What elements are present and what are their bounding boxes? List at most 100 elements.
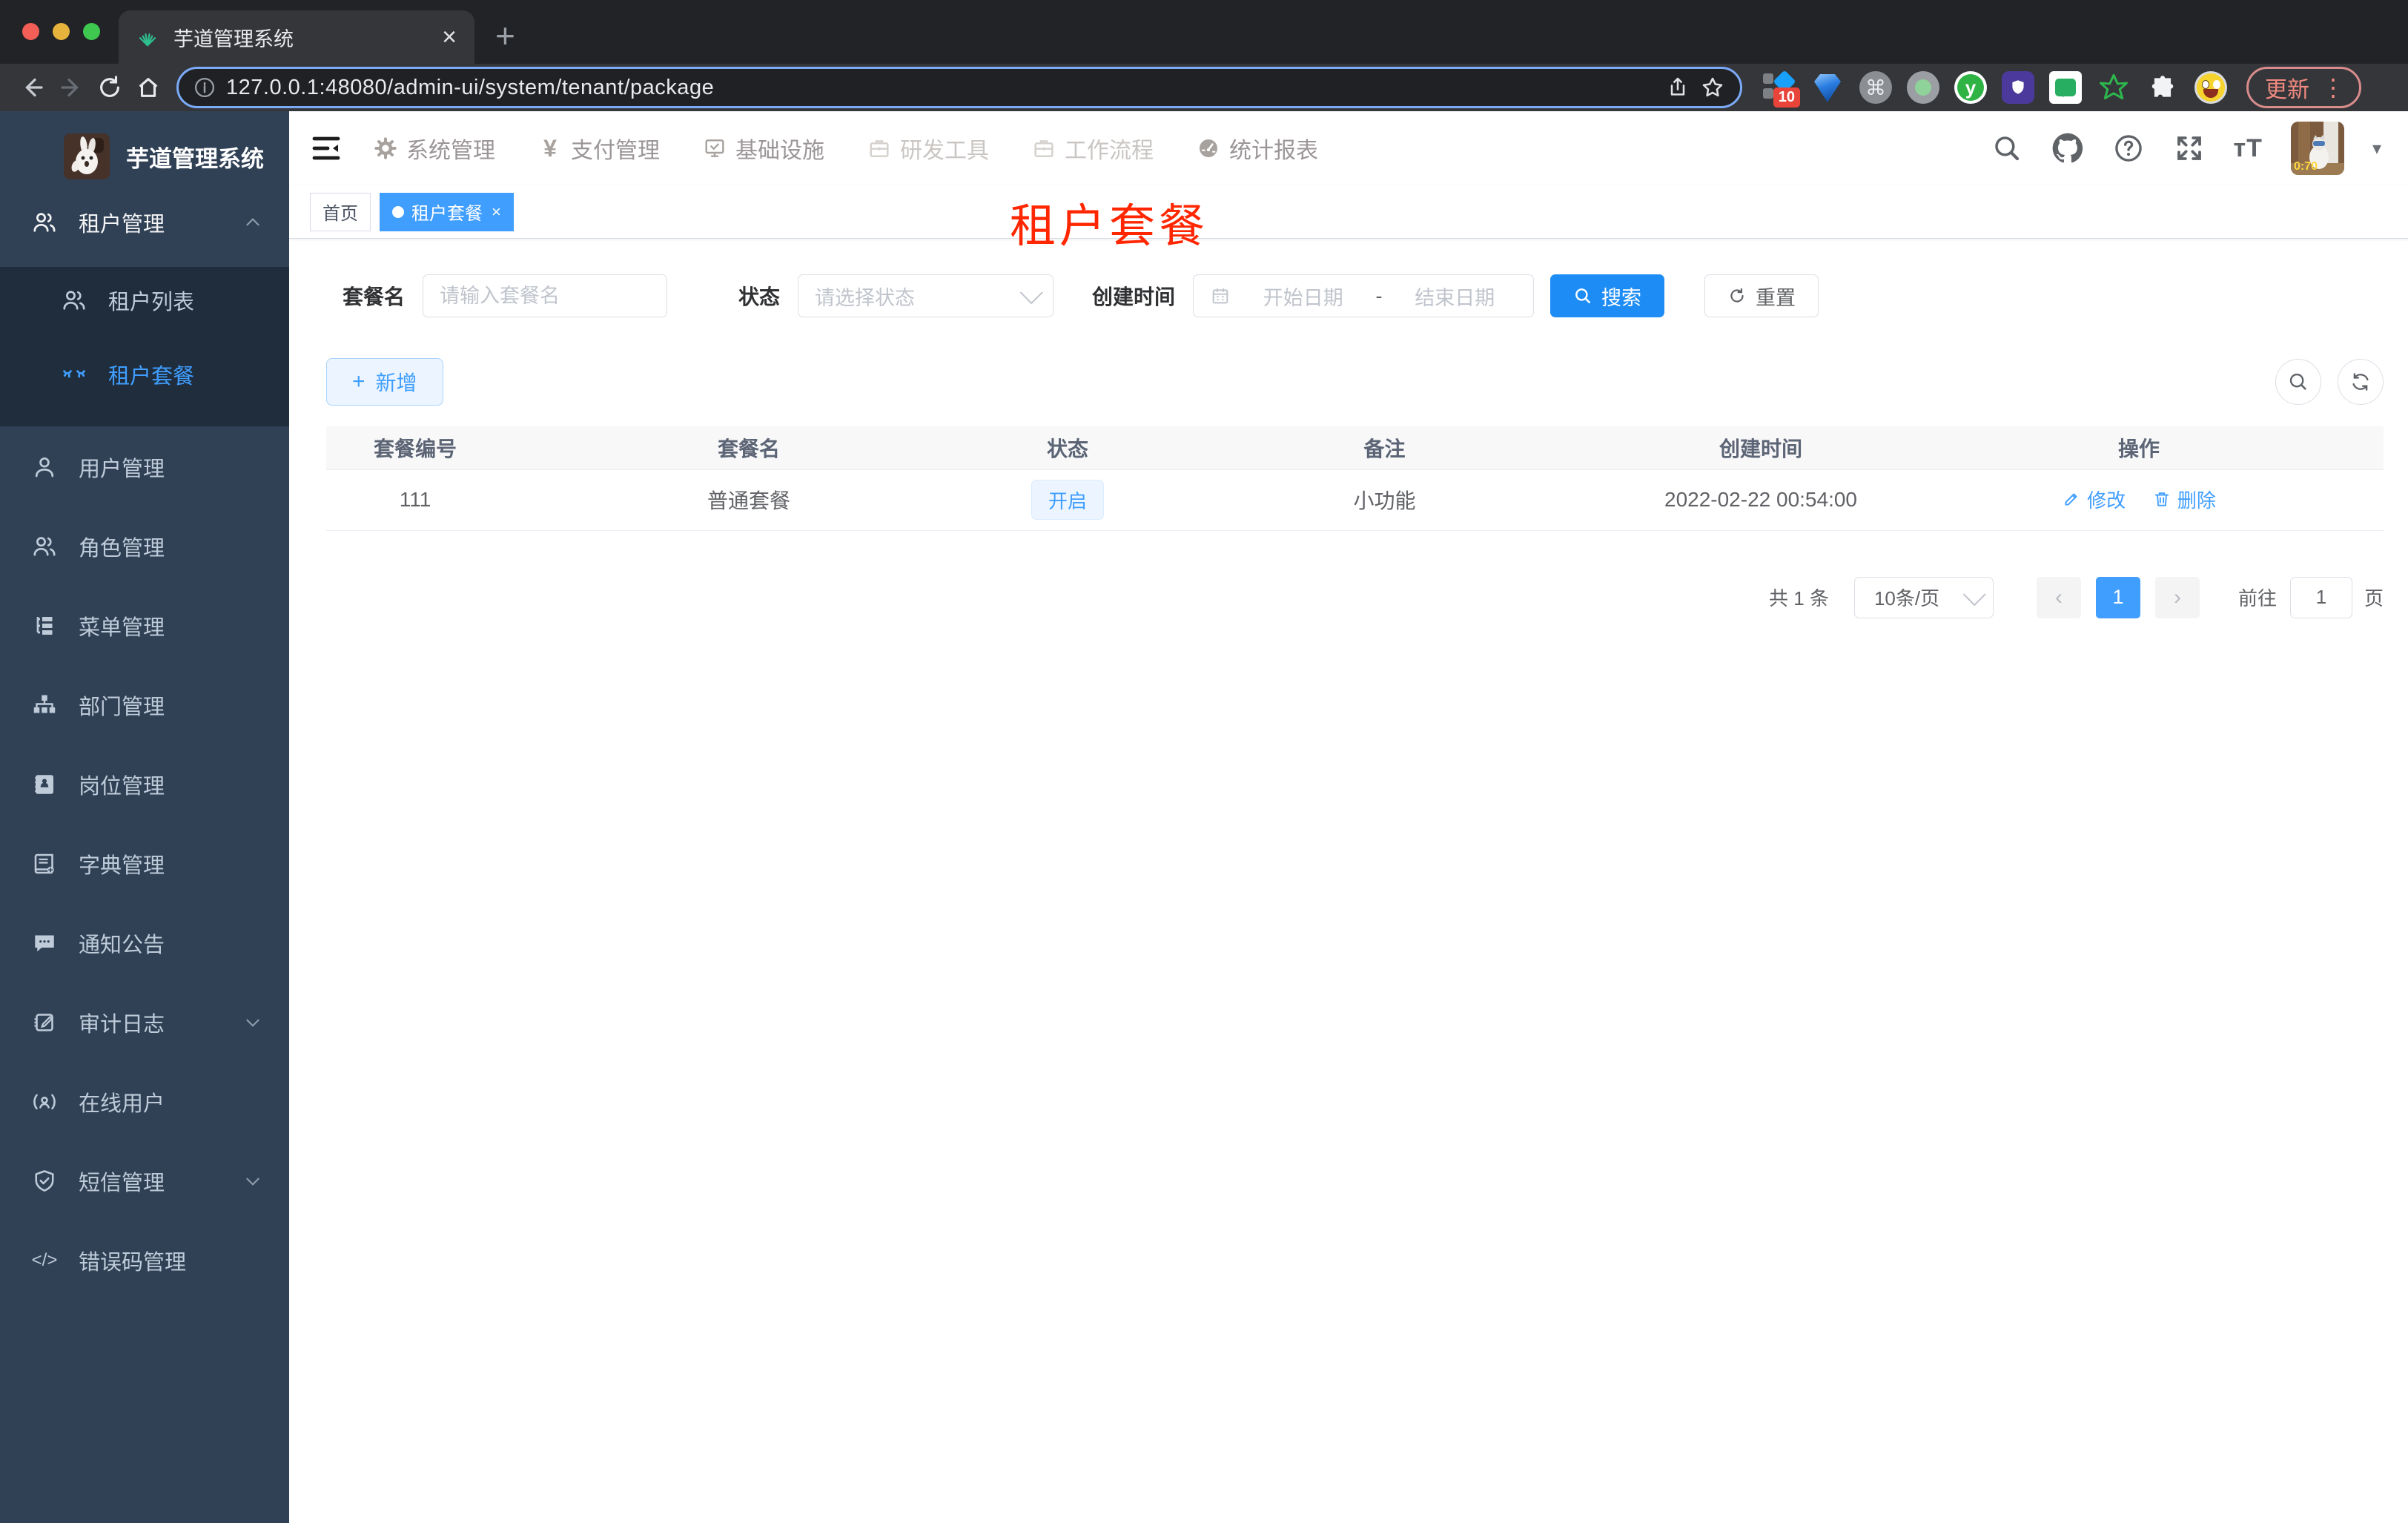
next-page-button[interactable]: › (2154, 576, 2200, 618)
user-avatar[interactable]: 0:70 (2290, 122, 2344, 175)
tag-tenant-package[interactable]: 租户套餐 × (380, 192, 514, 231)
start-date-placeholder[interactable]: 开始日期 (1241, 282, 1366, 311)
col-status: 状态 (993, 426, 1142, 469)
sidebar-item-tenant-list[interactable]: 租户列表 (0, 278, 289, 323)
extension-kanban-icon[interactable]: 10 (1762, 70, 1800, 108)
users-icon (33, 213, 56, 232)
status-badge[interactable]: 开启 (1031, 480, 1104, 520)
add-button[interactable]: + 新增 (326, 358, 443, 406)
sidebar-item-error-code-management[interactable]: </> 错误码管理 (0, 1238, 289, 1283)
sidebar-menu: 租户管理 租户列表 租户套餐 用户管理 角色管理 菜单管理 部门管理 岗位管理 … (0, 200, 289, 1283)
goto-page-input[interactable] (2289, 576, 2352, 618)
prev-page-button[interactable]: ‹ (2036, 576, 2081, 618)
date-range-picker[interactable]: 开始日期 - 结束日期 (1193, 274, 1535, 317)
status-select[interactable]: 请选择状态 (798, 274, 1054, 317)
address-bar[interactable]: 127.0.0.1:48080/admin-ui/system/tenant/p… (176, 67, 1742, 108)
extension-star-icon[interactable] (2097, 70, 2131, 105)
share-icon[interactable] (1666, 76, 1690, 99)
extension-gem-icon[interactable] (1810, 70, 1845, 105)
extension-emoji-icon[interactable] (2194, 71, 2227, 104)
nav-infrastructure[interactable]: 基础设施 (703, 132, 824, 165)
fullscreen-icon[interactable] (2173, 132, 2206, 165)
site-info-icon[interactable] (194, 76, 216, 99)
code-icon: </> (31, 1250, 58, 1270)
sidebar-item-online-users[interactable]: 在线用户 (0, 1080, 289, 1124)
extension-chat-icon[interactable] (2049, 71, 2082, 104)
browser-tab[interactable]: 芋道管理系统 × (119, 10, 474, 64)
hide-search-button[interactable] (2275, 359, 2321, 405)
close-window-button[interactable] (22, 23, 39, 40)
search-button[interactable]: 搜索 (1550, 274, 1665, 317)
page-content: 套餐名 状态 请选择状态 创建时间 开始日期 - 结束日期 (289, 239, 2408, 1523)
tree-menu-icon (36, 617, 53, 635)
browser-tab-strip: 芋道管理系统 × + (0, 0, 2408, 64)
minimize-window-button[interactable] (53, 23, 70, 40)
extension-shield-icon[interactable] (2002, 71, 2034, 104)
avatar-timer-text: 0:70 (2293, 160, 2318, 173)
sidebar-item-dict-management[interactable]: 字典管理 (0, 842, 289, 886)
back-button[interactable] (13, 68, 52, 107)
sidebar-item-tenant-management[interactable]: 租户管理 (0, 200, 289, 245)
url-text[interactable]: 127.0.0.1:48080/admin-ui/system/tenant/p… (226, 76, 1656, 100)
tag-home[interactable]: 首页 (310, 192, 371, 231)
avatar-caret-icon[interactable]: ▾ (2372, 138, 2381, 159)
browser-update-button[interactable]: 更新 ⋮ (2246, 67, 2361, 108)
tag-close-icon[interactable]: × (492, 202, 501, 222)
col-create-time: 创建时间 (1627, 426, 1894, 469)
nav-dev-tools[interactable]: 研发工具 (867, 132, 989, 165)
active-dot (392, 205, 404, 218)
tab-close-icon[interactable]: × (442, 24, 457, 50)
bookmark-star-icon[interactable] (1700, 75, 1725, 100)
help-icon[interactable] (2112, 132, 2145, 165)
font-size-icon[interactable]: тT (2234, 134, 2263, 163)
reload-button[interactable] (90, 68, 129, 107)
sidebar-logo[interactable]: 芋道管理系统 (0, 111, 289, 179)
delete-link[interactable]: 删除 (2152, 486, 2216, 513)
col-package-name: 套餐名 (504, 426, 993, 469)
sidebar-item-department-management[interactable]: 部门管理 (0, 683, 289, 727)
nav-workflow[interactable]: 工作流程 (1032, 132, 1154, 165)
sidebar-item-role-management[interactable]: 角色管理 (0, 524, 289, 569)
nav-system-management[interactable]: 系统管理 (374, 132, 495, 165)
table-header-row: 套餐编号 套餐名 状态 备注 创建时间 操作 (326, 426, 2384, 469)
extension-y-icon[interactable]: y (1954, 71, 1987, 104)
home-button[interactable] (129, 68, 168, 107)
sidebar-item-label: 审计日志 (79, 1013, 165, 1037)
reset-button[interactable]: 重置 (1704, 274, 1819, 317)
current-page-button[interactable]: 1 (2095, 576, 2140, 618)
extensions-row: 10 ⌘ y (1762, 70, 2227, 108)
extension-record-icon[interactable] (1907, 71, 1939, 104)
tag-label: 租户套餐 (411, 204, 483, 224)
sidebar-item-tenant-package[interactable]: 租户套餐 (0, 352, 289, 397)
nav-payment-management[interactable]: ¥ 支付管理 (538, 132, 660, 165)
collapse-sidebar-icon[interactable] (308, 131, 344, 166)
sidebar-item-audit-log[interactable]: 审计日志 (0, 1000, 289, 1045)
end-date-placeholder[interactable]: 结束日期 (1393, 282, 1518, 311)
forward-button[interactable] (52, 68, 90, 107)
sidebar-item-user-management[interactable]: 用户管理 (0, 445, 289, 489)
package-name-field[interactable] (440, 284, 651, 308)
nav-statistics[interactable]: 统计报表 (1197, 132, 1318, 165)
sidebar-item-notice[interactable]: 通知公告 (0, 921, 289, 965)
maximize-window-button[interactable] (83, 23, 100, 40)
sidebar-item-sms-management[interactable]: 短信管理 (0, 1159, 289, 1203)
search-icon[interactable] (1991, 132, 2023, 165)
extensions-puzzle-icon[interactable] (2146, 70, 2180, 105)
plus-icon: + (352, 369, 366, 394)
nav-label: 系统管理 (406, 139, 495, 163)
sidebar-item-menu-management[interactable]: 菜单管理 (0, 604, 289, 648)
page-size-select[interactable]: 10条/页 (1853, 576, 1994, 618)
extension-command-icon[interactable]: ⌘ (1859, 71, 1892, 104)
org-chart-icon (33, 695, 56, 713)
sidebar-item-post-management[interactable]: 岗位管理 (0, 762, 289, 807)
refresh-table-button[interactable] (2338, 359, 2384, 405)
package-name-input[interactable] (423, 274, 668, 317)
edit-link[interactable]: 修改 (2062, 486, 2126, 513)
sidebar-item-label: 租户管理 (79, 213, 165, 237)
sidebar-item-label: 字典管理 (79, 854, 165, 878)
browser-menu-icon[interactable]: ⋮ (2321, 73, 2346, 102)
github-icon[interactable] (2051, 132, 2084, 165)
new-tab-button[interactable]: + (495, 13, 515, 64)
window-controls[interactable] (22, 23, 100, 40)
sidebar-item-label: 错误码管理 (79, 1251, 187, 1275)
